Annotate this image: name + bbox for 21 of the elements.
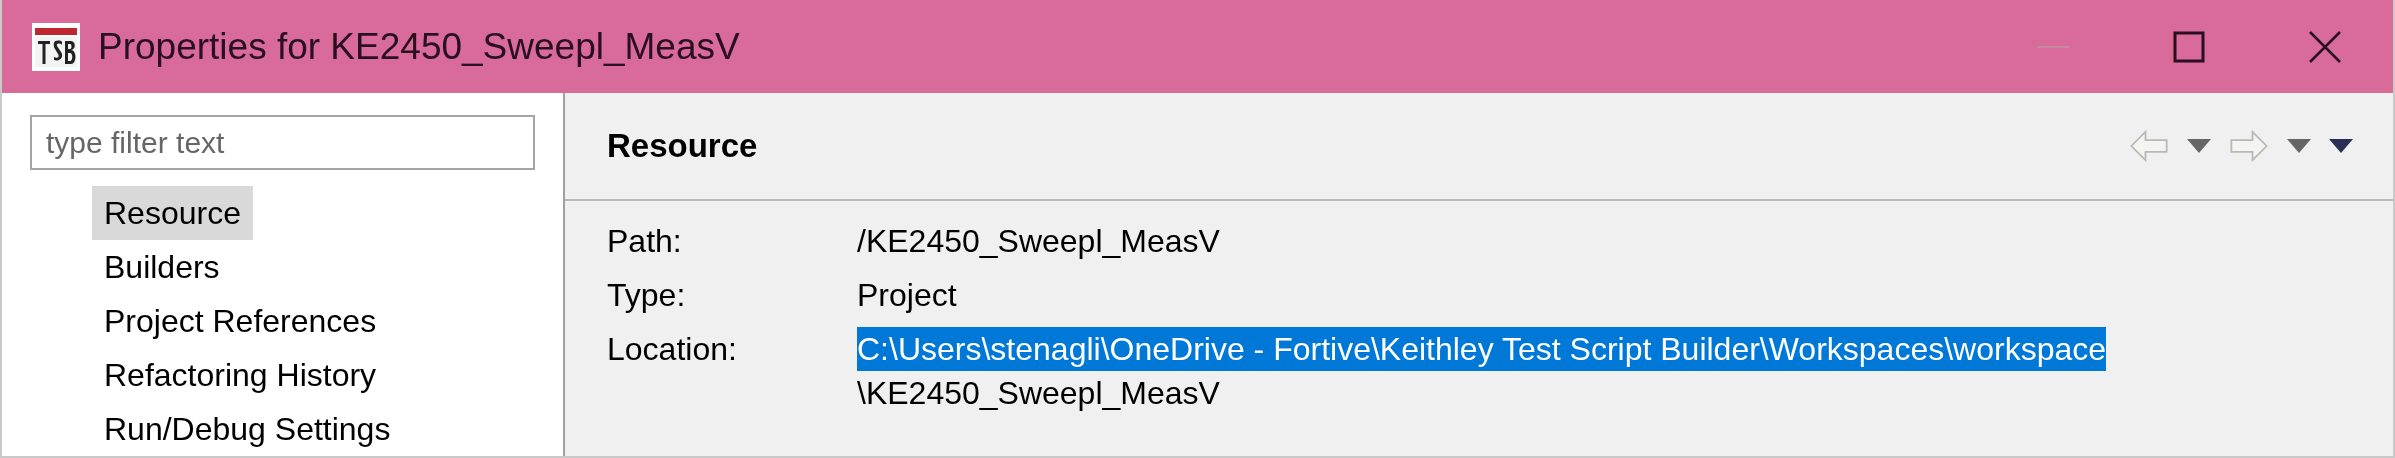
close-icon: [2308, 29, 2342, 64]
page-title: Resource: [607, 127, 759, 165]
tree-item[interactable]: Resource: [92, 186, 253, 240]
property-value: C:\Users\stenagli\OneDrive - Fortive\Keithley Test Script Builder\Workspaces\workspace: [857, 327, 2107, 371]
caret-icon[interactable]: [2187, 139, 2211, 153]
window-title: Properties for KE2450_Sweepl_MeasV: [98, 25, 741, 68]
maximize-icon: [2173, 30, 2205, 63]
property-value: /KE2450_Sweepl_MeasV: [857, 222, 1220, 261]
view-menu-icon[interactable]: [2329, 139, 2353, 153]
tree-item[interactable]: Refactoring History: [92, 348, 389, 402]
tree-item[interactable]: Project References: [92, 294, 389, 348]
property-label: Location:: [607, 330, 738, 369]
property-value: \KE2450_Sweepl_MeasV: [857, 374, 1220, 413]
app-logo-icon: [32, 22, 80, 71]
caret-icon[interactable]: [2287, 139, 2311, 153]
tree-item[interactable]: Builders: [92, 240, 232, 294]
property-label: Path:: [607, 222, 683, 261]
tree-item[interactable]: Run/Debug Settings: [92, 402, 403, 456]
property-label: Type:: [607, 276, 687, 315]
filter-field[interactable]: type filter text: [30, 115, 535, 170]
property-value: Project: [857, 276, 957, 315]
